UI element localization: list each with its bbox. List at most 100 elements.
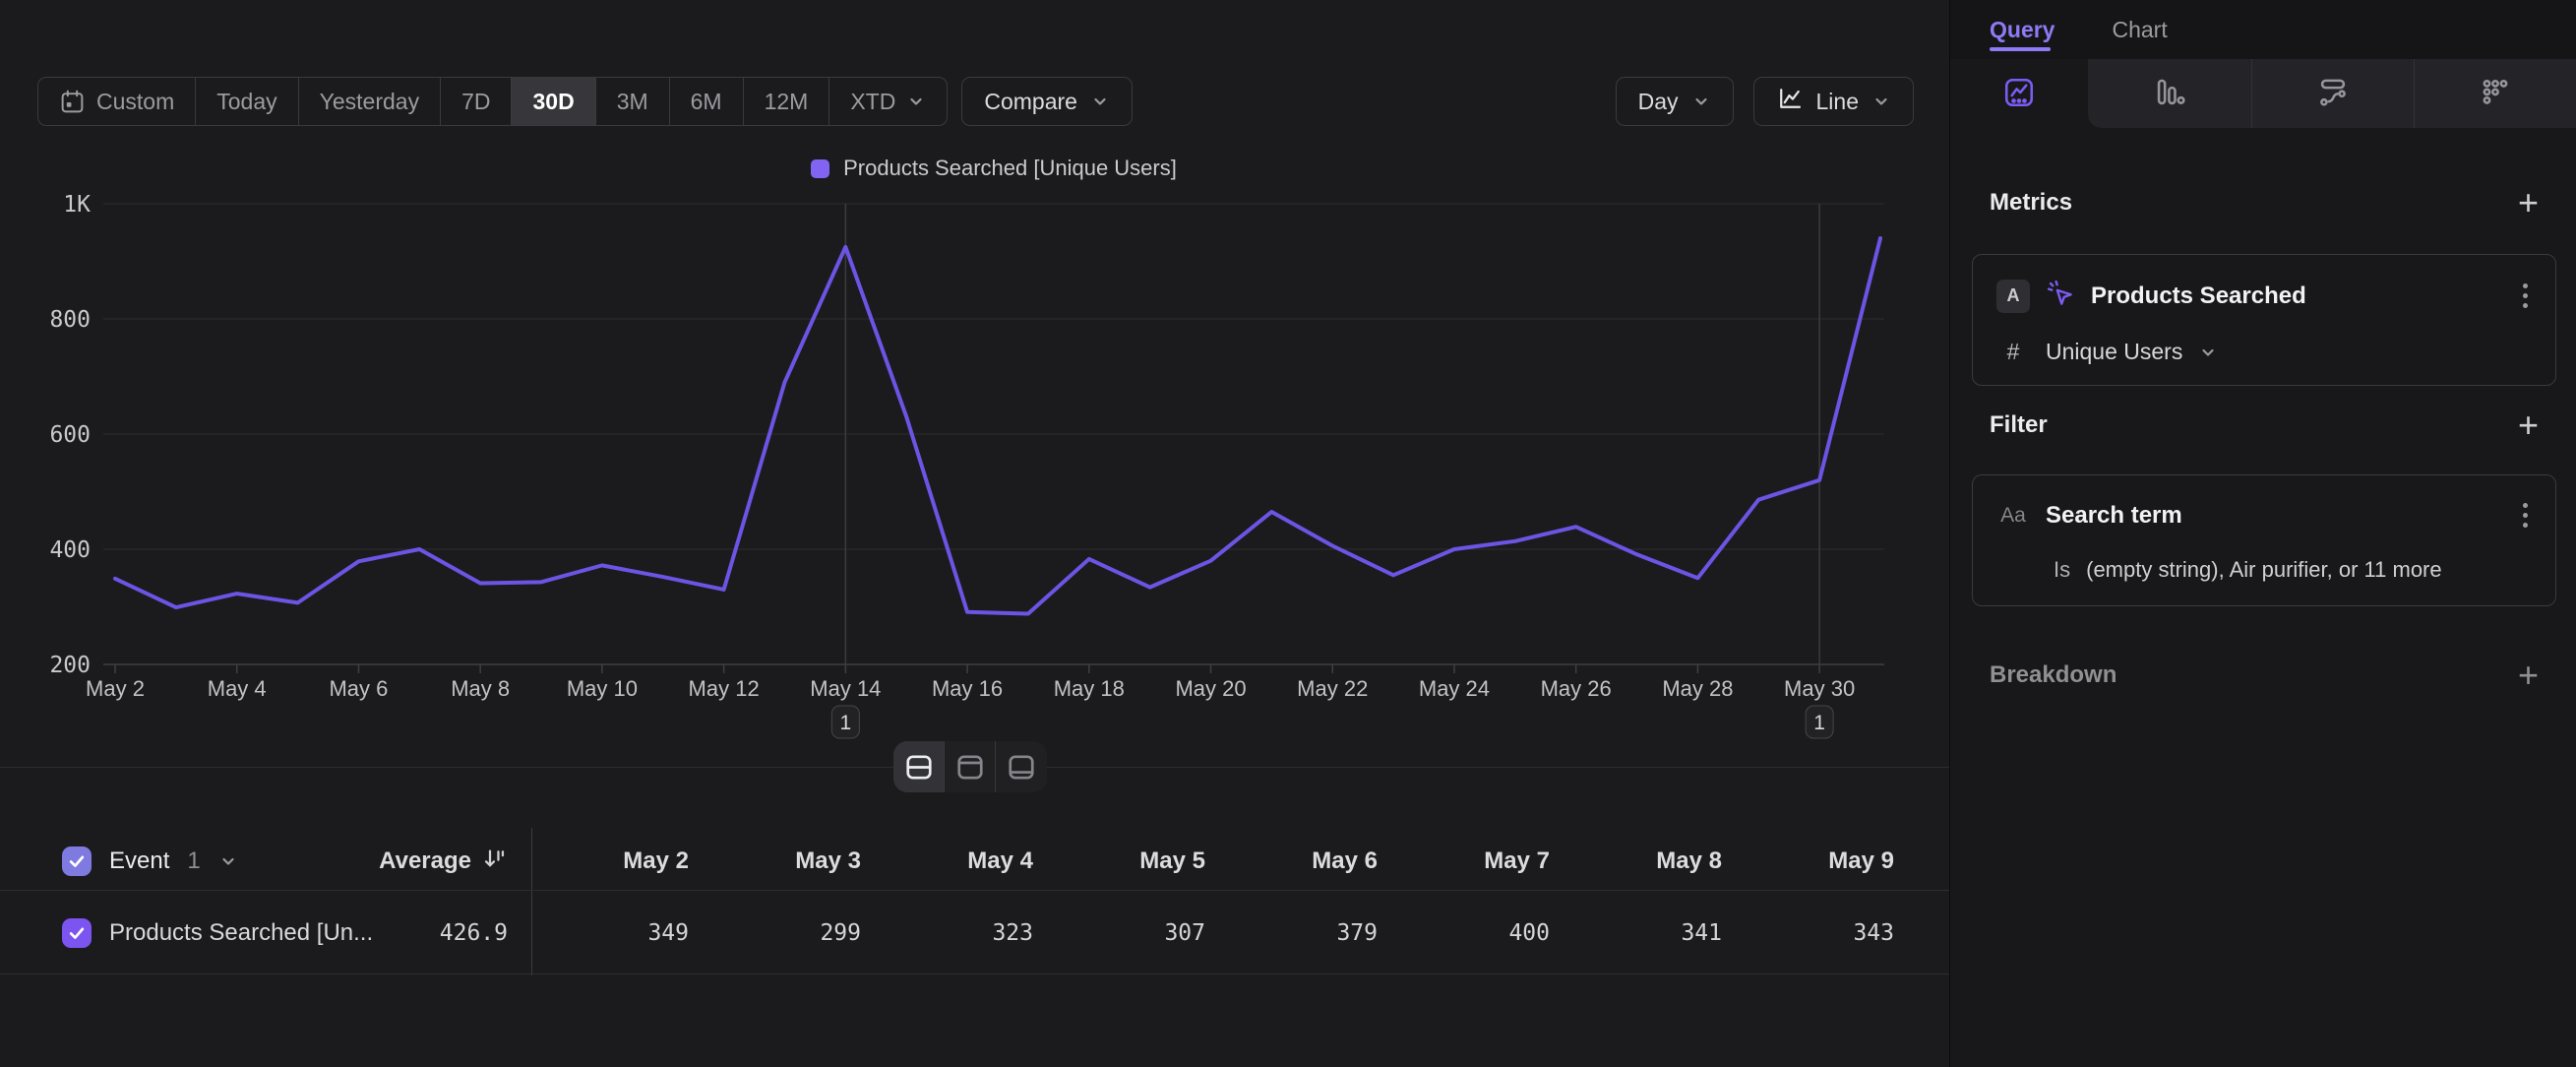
filter-condition-row[interactable]: Is (empty string), Air purifier, or 11 m… [1996,557,2532,583]
day-value-cell: 299 [704,892,876,973]
breakdown-section-header: Breakdown + [1990,661,2539,689]
day-value-cell: 341 [1564,892,1737,973]
day-value-cells: 349299323307 379 400341343 [531,892,1909,973]
range-7d-button[interactable]: 7D [441,78,512,125]
day-value: 379 [1336,920,1378,946]
chevron-down-icon [1871,92,1891,111]
x-axis-label: May 30 [1784,676,1855,701]
series-checkbox[interactable] [62,918,92,948]
sort-descending-icon [481,846,508,877]
tab-chart[interactable]: Chart [2112,17,2167,43]
x-axis-label: May 14 [810,676,881,701]
range-label: Today [216,89,276,115]
day-column-header[interactable]: May 5 [1048,832,1220,890]
compare-button[interactable]: Compare [961,77,1133,126]
filter-card[interactable]: Aa Search term Is (empty string), Air pu… [1972,474,2556,606]
results-table: Event 1 Average May 2May 3May 4 May 5 May … [0,832,1949,975]
aggregation-label: Unique Users [2046,339,2182,365]
range-today-button[interactable]: Today [196,78,298,125]
day-column-header[interactable]: May 3 [704,832,876,890]
chevron-down-icon[interactable] [218,851,238,871]
metric-event-name: Products Searched [2091,282,2503,310]
day-value-cell: 379 [1220,892,1392,973]
line-chart-icon [1776,85,1804,118]
average-column-header[interactable]: Average [276,832,508,890]
day-value-cell: 400 [1392,892,1564,973]
chevron-down-icon [2198,343,2218,362]
annotation-badge[interactable]: 1 [1806,706,1833,738]
x-axis-label: May 12 [689,676,760,701]
compare-label: Compare [984,89,1077,115]
tab-funnels[interactable] [2088,59,2251,128]
x-axis-label: May 18 [1054,676,1125,701]
granularity-button[interactable]: Day [1616,77,1734,126]
range-label: 7D [461,89,490,115]
y-axis-label: 800 [49,307,91,333]
metric-aggregation-row[interactable]: # Unique Users [1996,339,2532,365]
add-filter-button[interactable]: + [2518,411,2539,439]
granularity-label: Day [1638,89,1679,115]
range-label: XTD [850,89,895,115]
day-value-cell: 349 [531,892,704,973]
report-type-tabs [1950,59,2576,128]
filter-operator: Is [2054,557,2070,583]
x-axis-label: May 2 [86,676,145,701]
metric-card-main-row: A Products Searched [1996,279,2532,313]
add-breakdown-button[interactable]: + [2518,661,2539,689]
day-column-header[interactable]: May 2 [531,832,704,890]
day-value-cell: 323 [876,892,1048,973]
table-header-left: Event 1 [62,832,238,890]
range-12m-button[interactable]: 12M [744,78,830,125]
select-all-checkbox[interactable] [62,847,92,876]
table-header-row: Event 1 Average May 2May 3May 4 May 5 May … [0,832,1949,891]
day-column-header[interactable]: May 4 [876,832,1048,890]
chart-type-button[interactable]: Line [1753,77,1914,126]
day-column-header[interactable]: May 7 [1392,832,1564,890]
retention-icon [2479,76,2512,112]
tab-insights[interactable] [1950,59,2088,128]
x-axis-label: May 22 [1297,676,1368,701]
day-column-header[interactable]: May 8 [1564,832,1737,890]
add-metric-button[interactable]: + [2518,189,2539,217]
filter-card-main-row: Aa Search term [1996,499,2532,532]
range-30d-button[interactable]: 30D [512,78,595,125]
day-value-cell: 343 [1737,892,1909,973]
metric-card[interactable]: A Products Searched # Unique Users [1972,254,2556,386]
day-value-cell: 307 [1048,892,1220,973]
chevron-down-icon [906,92,926,111]
line-chart[interactable]: 2004006008001KMay 2May 4May 6May 8May 10… [0,138,1949,768]
day-column-label: May 7 [1484,847,1550,875]
annotation-badge[interactable]: 1 [831,706,859,738]
range-3m-button[interactable]: 3M [596,78,670,125]
range-label: 3M [617,89,648,115]
x-axis-label: May 6 [329,676,388,701]
metric-letter-badge: A [1996,280,2030,313]
chevron-down-icon [1090,92,1110,111]
day-column-header[interactable]: May 6 [1220,832,1392,890]
hash-icon: # [1996,339,2030,365]
filter-options-kebab-icon[interactable] [2519,499,2532,532]
range-custom-button[interactable]: Custom [38,78,196,125]
day-column-header[interactable]: May 9 [1737,832,1909,890]
range-label: 30D [532,89,574,115]
filter-section-header: Filter + [1990,411,2539,439]
range-yesterday-button[interactable]: Yesterday [299,78,441,125]
line-chart-svg: 2004006008001KMay 2May 4May 6May 8May 10… [0,138,1949,768]
insights-icon [2002,76,2036,112]
day-column-label: May 6 [1312,847,1378,875]
main-area: Custom Today Yesterday 7D 30D 3M 6M12M XTD Comp… [0,0,1949,1067]
layout-split-view-button[interactable] [893,741,945,792]
filter-value: (empty string), Air purifier, or 11 more [2086,557,2442,583]
range-6m-button[interactable]: 6M [670,78,744,125]
panel-tab-bar: Query Chart [1950,0,2576,59]
tab-query[interactable]: Query [1990,17,2055,43]
range-xtd-button[interactable]: XTD [829,78,947,125]
chevron-down-icon [1691,92,1711,111]
tab-flows[interactable] [2251,59,2415,128]
y-axis-label: 400 [49,537,91,563]
day-column-label: May 5 [1139,847,1205,875]
metric-options-kebab-icon[interactable] [2519,280,2532,312]
layout-chart-view-button[interactable] [945,741,996,792]
tab-retention[interactable] [2414,59,2576,128]
layout-table-view-button[interactable] [996,741,1047,792]
